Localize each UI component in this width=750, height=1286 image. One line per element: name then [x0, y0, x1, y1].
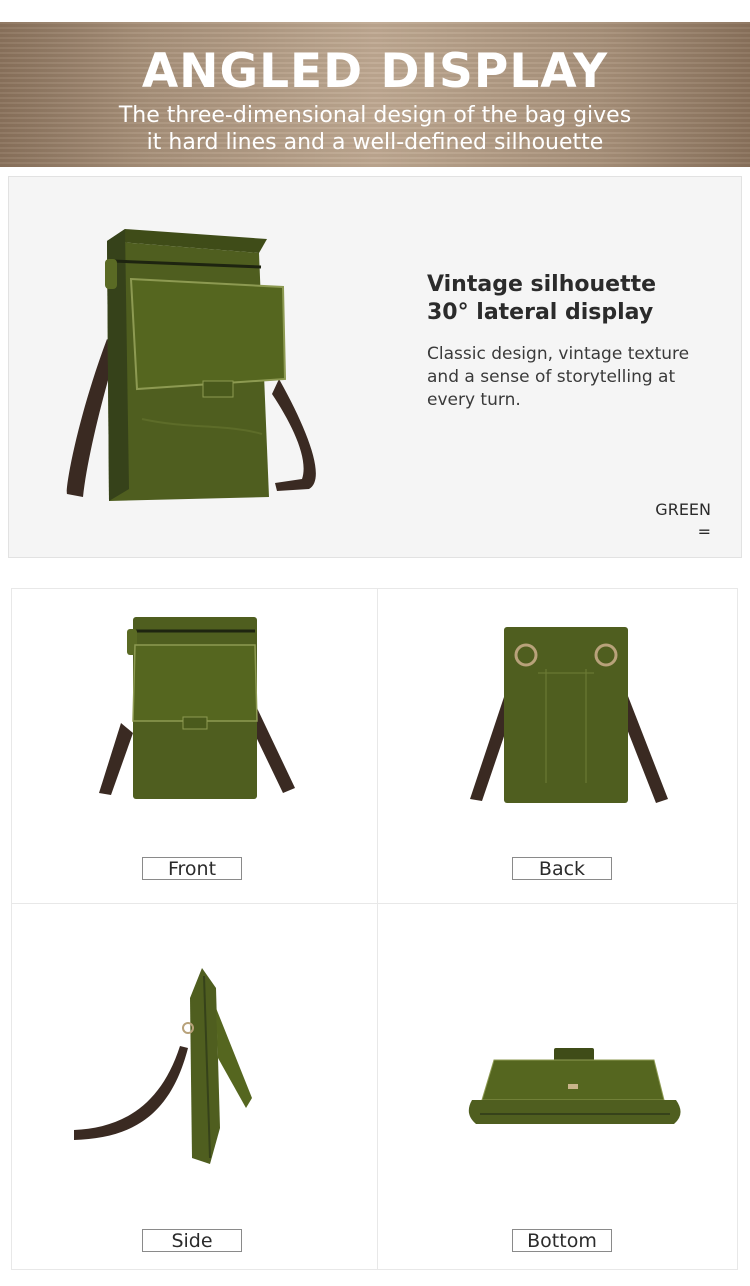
- view-side: Side: [12, 904, 377, 1269]
- view-bottom: Bottom: [378, 904, 737, 1269]
- bag-front-image: [99, 617, 295, 799]
- bag-side-image: [74, 968, 252, 1164]
- bag-back-image: [470, 627, 668, 803]
- hero-title: Vintage silhouette 30° lateral display: [427, 271, 737, 327]
- hero-description: Classic design, vintage texture and a se…: [427, 343, 733, 412]
- banner-subtitle: The three-dimensional design of the bag …: [0, 102, 750, 156]
- views-grid: Front Back Side Bottom: [11, 588, 738, 1270]
- bag-bottom-image: [468, 1048, 681, 1124]
- hero-title-line-2: 30° lateral display: [427, 300, 654, 325]
- hero-desc-line-1: Classic design, vintage texture: [427, 344, 690, 364]
- view-back: Back: [378, 589, 737, 903]
- color-symbol: =: [697, 522, 711, 541]
- hero-panel: Vintage silhouette 30° lateral display C…: [8, 176, 742, 558]
- view-label-back: Back: [512, 857, 612, 880]
- banner-subtitle-line-2: it hard lines and a well-defined silhoue…: [146, 130, 604, 155]
- banner-subtitle-line-1: The three-dimensional design of the bag …: [118, 103, 632, 128]
- view-label-front: Front: [142, 857, 242, 880]
- view-label-side: Side: [142, 1229, 242, 1252]
- bag-angled-image: [66, 229, 316, 501]
- hero-desc-line-2: and a sense of storytelling at: [427, 367, 676, 387]
- color-label: GREEN: [655, 500, 711, 519]
- banner-title: ANGLED DISPLAY: [141, 44, 609, 99]
- hero-title-line-1: Vintage silhouette: [427, 272, 657, 297]
- hero-desc-line-3: every turn.: [427, 390, 521, 410]
- view-label-bottom: Bottom: [512, 1229, 612, 1252]
- view-front: Front: [12, 589, 377, 903]
- header-banner: ANGLED DISPLAY The three-dimensional des…: [0, 22, 750, 167]
